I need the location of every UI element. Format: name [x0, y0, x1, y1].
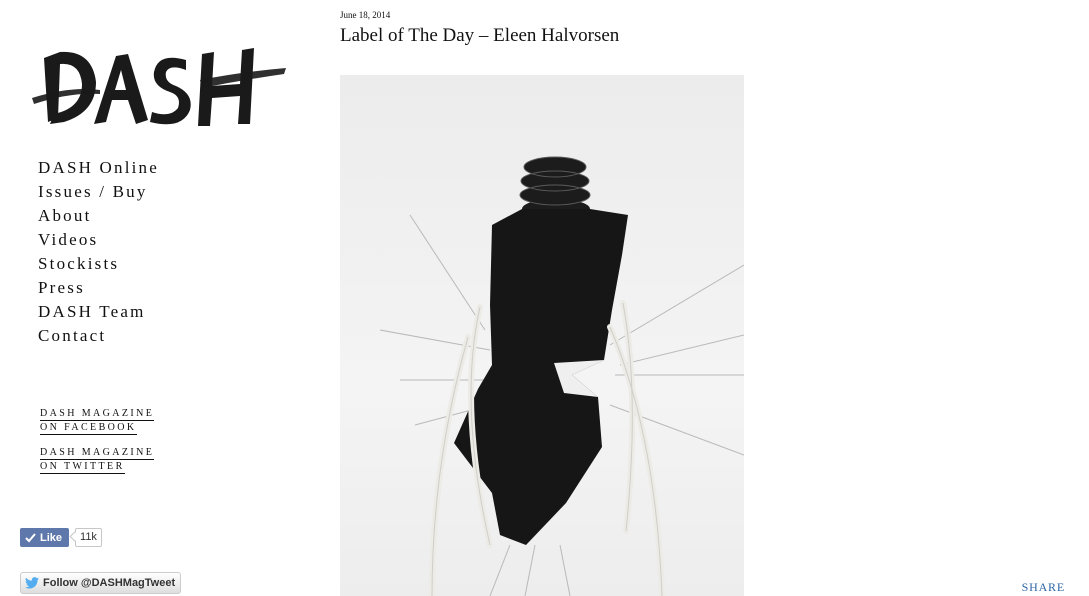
- nav-item-contact[interactable]: Contact: [38, 324, 159, 348]
- twitter-link-line1[interactable]: DASH MAGAZINE: [40, 447, 155, 460]
- post-date: June 18, 2014: [340, 10, 391, 20]
- twitter-link[interactable]: DASH MAGAZINE ON TWITTER: [40, 446, 155, 474]
- post-image[interactable]: [340, 75, 744, 596]
- nav-item-dash-team[interactable]: DASH Team: [38, 300, 159, 324]
- facebook-link-line2[interactable]: ON FACEBOOK: [40, 422, 137, 435]
- nav-item-stockists[interactable]: Stockists: [38, 252, 159, 276]
- facebook-like-button[interactable]: Like: [20, 528, 70, 547]
- twitter-link-line2[interactable]: ON TWITTER: [40, 461, 125, 474]
- facebook-like-widget: Like 11k: [20, 528, 102, 547]
- dash-logo[interactable]: [30, 38, 288, 130]
- twitter-bird-icon: [25, 577, 39, 589]
- follow-label: Follow @DASHMagTweet: [43, 577, 176, 589]
- nav-item-dash-online[interactable]: DASH Online: [38, 156, 159, 180]
- like-count: 11k: [75, 528, 102, 547]
- main-nav: DASH Online Issues / Buy About Videos St…: [38, 156, 159, 348]
- like-label: Like: [40, 531, 63, 544]
- share-link[interactable]: SHARE: [1022, 580, 1065, 595]
- nav-item-about[interactable]: About: [38, 204, 159, 228]
- thumbs-up-icon: [25, 532, 36, 542]
- nav-item-videos[interactable]: Videos: [38, 228, 159, 252]
- twitter-follow-button[interactable]: Follow @DASHMagTweet: [20, 572, 182, 594]
- post-title[interactable]: Label of The Day – Eleen Halvorsen: [340, 25, 619, 47]
- facebook-link[interactable]: DASH MAGAZINE ON FACEBOOK: [40, 407, 155, 435]
- nav-item-press[interactable]: Press: [38, 276, 159, 300]
- nav-item-issues-buy[interactable]: Issues / Buy: [38, 180, 159, 204]
- facebook-link-line1[interactable]: DASH MAGAZINE: [40, 408, 155, 421]
